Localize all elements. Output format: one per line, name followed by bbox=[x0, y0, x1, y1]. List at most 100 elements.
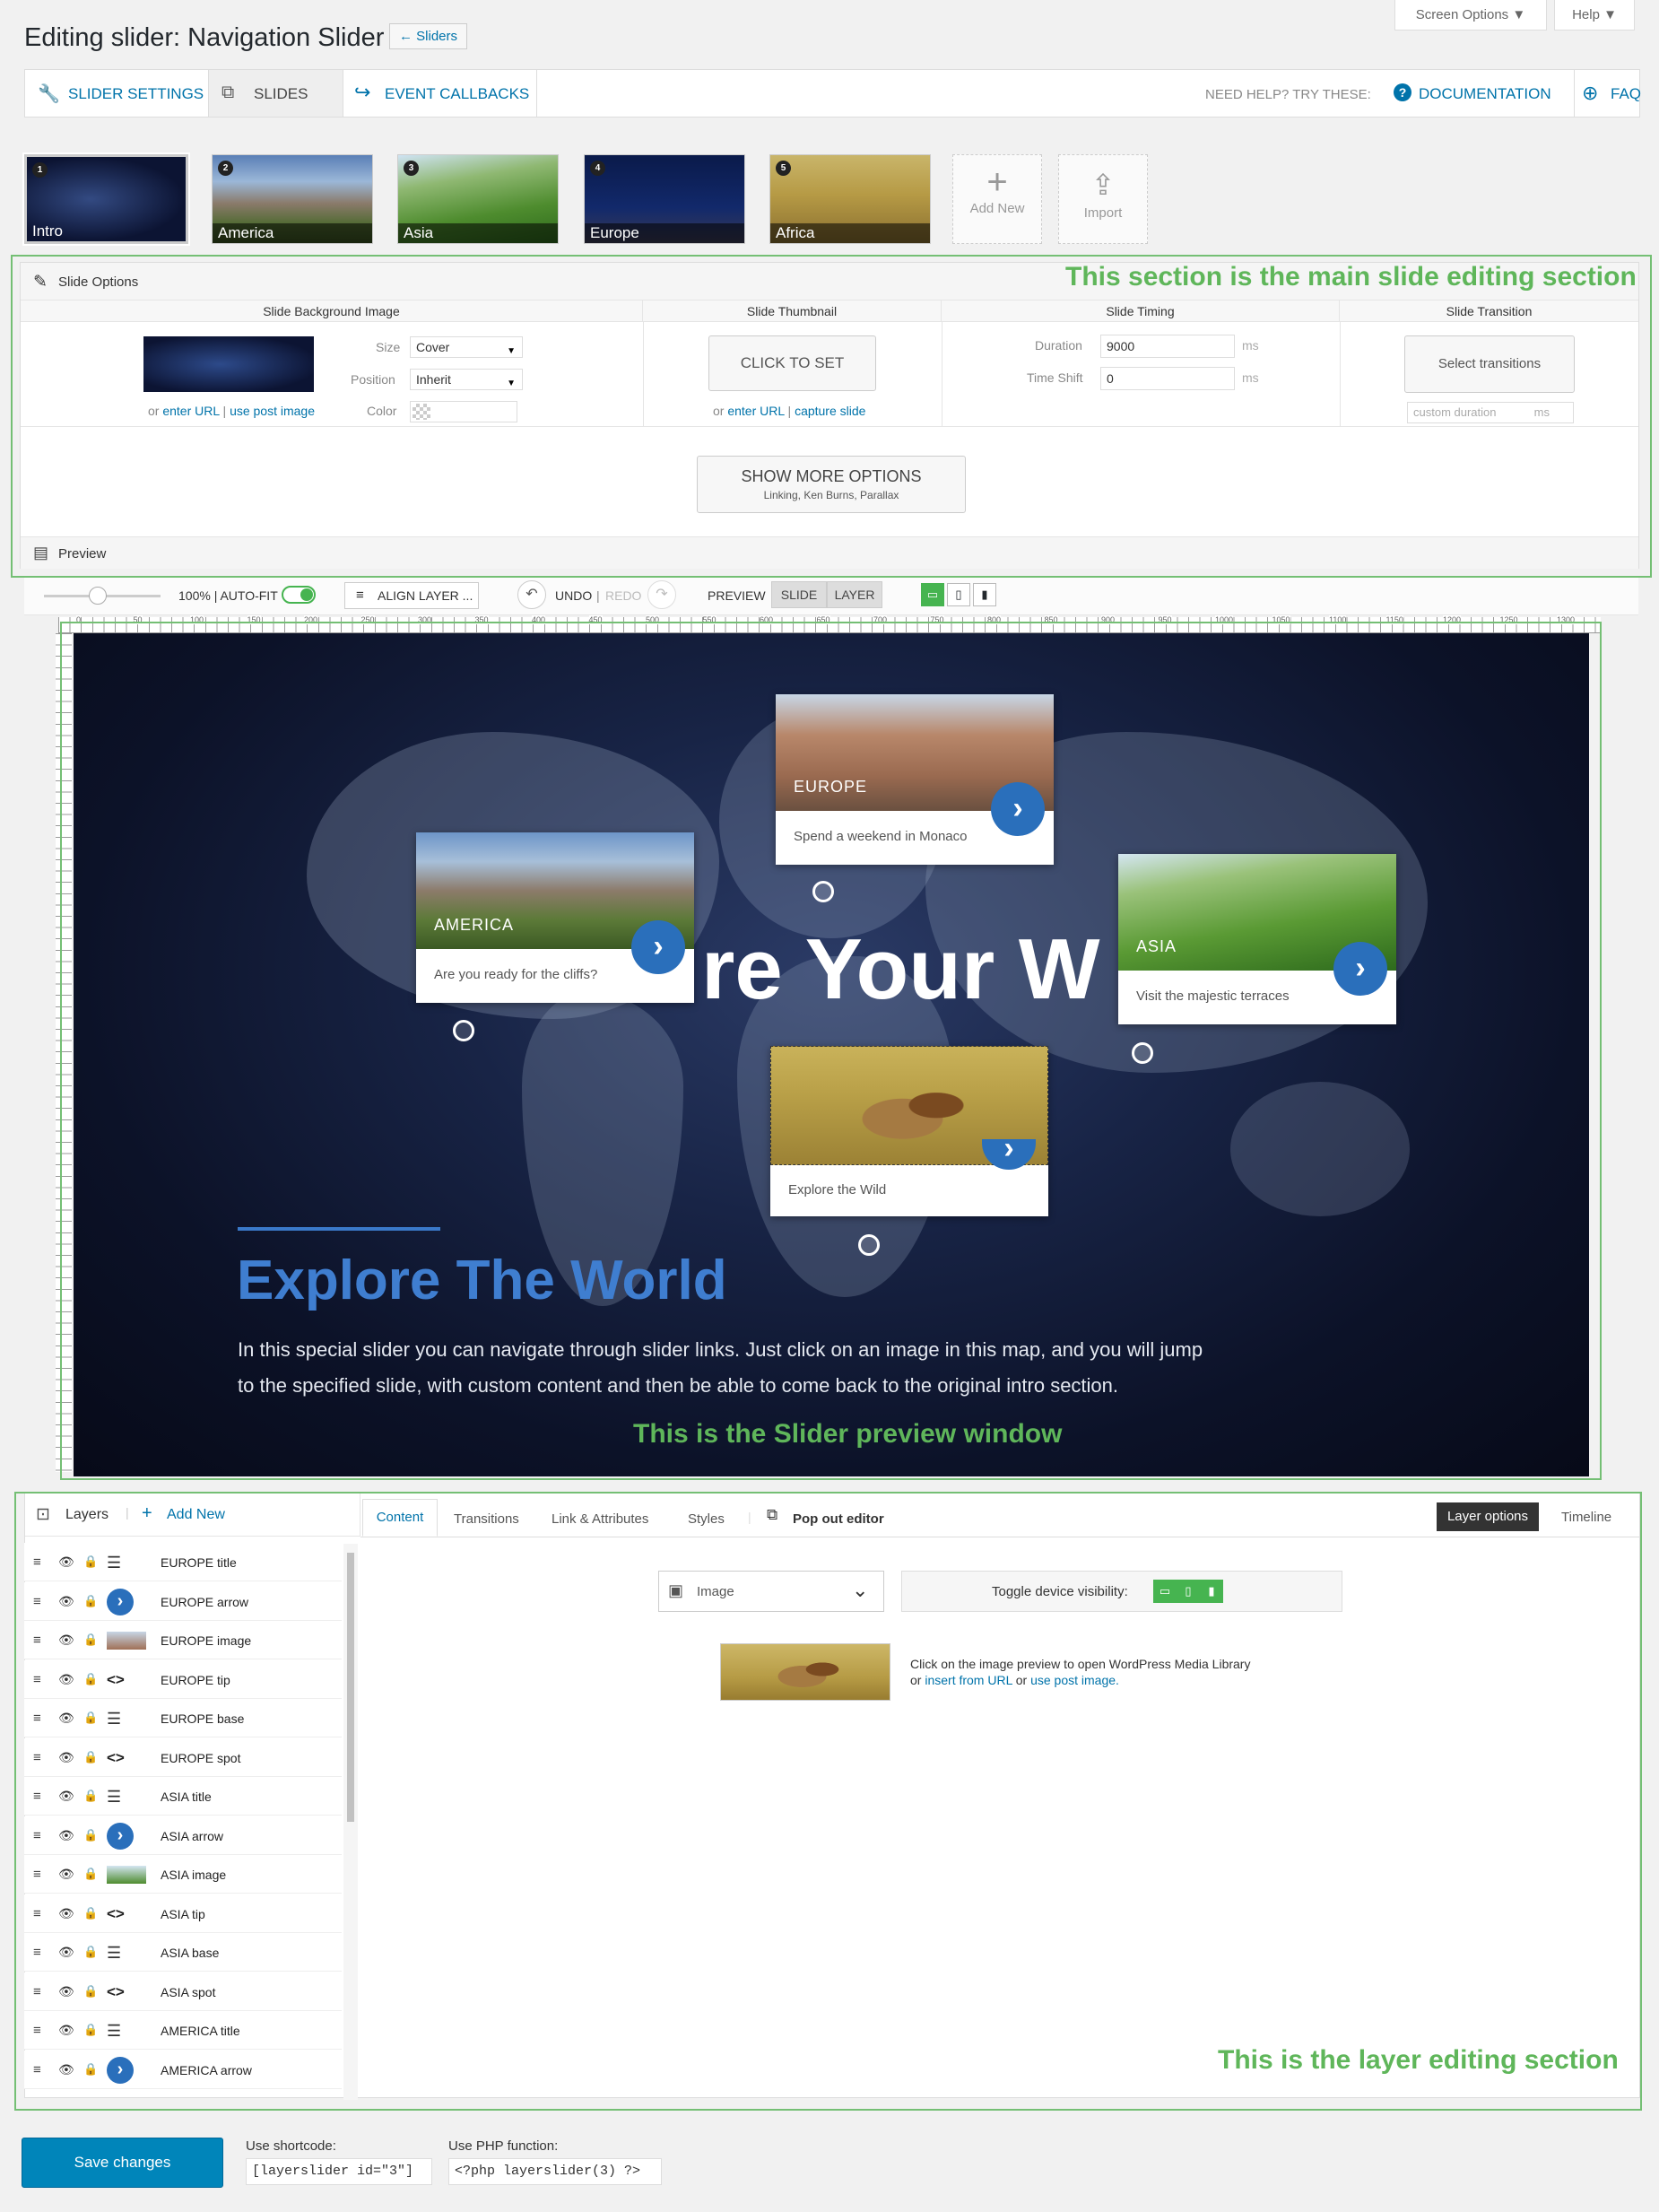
lock-icon[interactable]: 🔒 bbox=[83, 1867, 98, 1881]
drag-handle-icon[interactable]: ≡ bbox=[33, 1906, 41, 1921]
main-section-annotation: This section is the main slide editing s… bbox=[1065, 262, 1637, 292]
layer-row[interactable]: ≡ 👁 🔒 EUROPE image bbox=[24, 1621, 342, 1659]
eye-icon[interactable]: 👁 bbox=[58, 1554, 74, 1570]
image-layer-thumb bbox=[107, 1866, 146, 1884]
php-function-field[interactable]: <?php layerslider(3) ?> bbox=[448, 2158, 662, 2185]
preview-slide-button[interactable]: SLIDE bbox=[771, 581, 827, 608]
layers-section-annotation: This is the layer editing section bbox=[1218, 2045, 1619, 2075]
drag-handle-icon[interactable]: ≡ bbox=[33, 1789, 41, 1804]
undo-icon[interactable]: ↶ bbox=[517, 580, 546, 609]
preview-layer-button[interactable]: LAYER bbox=[827, 581, 882, 608]
code-layer-icon: <> bbox=[107, 1982, 125, 2000]
slide-thumb-intro[interactable]: 1 Intro bbox=[24, 154, 188, 244]
preview-section-annotation: This is the Slider preview window bbox=[633, 1419, 1063, 1449]
main-toolbar: 🔧 SLIDER SETTINGS ⧉ SLIDES ↪ EVENT CALLB… bbox=[24, 69, 1641, 118]
drag-handle-icon[interactable]: ≡ bbox=[33, 1672, 41, 1687]
eye-icon[interactable]: 👁 bbox=[58, 1828, 74, 1843]
drag-handle-icon[interactable]: ≡ bbox=[33, 2023, 41, 2038]
documentation-link[interactable]: ? DOCUMENTATION bbox=[1386, 70, 1575, 117]
back-to-sliders-button[interactable]: ← Sliders bbox=[389, 23, 468, 49]
eye-icon[interactable]: 👁 bbox=[58, 1984, 74, 1999]
save-changes-button[interactable]: Save changes bbox=[22, 2138, 223, 2188]
text-layer-icon: ☰ bbox=[107, 2022, 122, 2040]
layer-row[interactable]: ≡ 👁 🔒 ☰ ASIA base bbox=[24, 1933, 342, 1972]
layer-row[interactable]: ≡ 👁 🔒 <> EUROPE spot bbox=[24, 1737, 342, 1777]
zoom-slider[interactable] bbox=[44, 587, 161, 605]
layer-row[interactable]: ≡ 👁 🔒 ☰ EUROPE base bbox=[24, 1699, 342, 1737]
redo-icon[interactable]: ↷ bbox=[647, 580, 676, 609]
drag-handle-icon[interactable]: ≡ bbox=[33, 1554, 41, 1570]
drag-handle-icon[interactable]: ≡ bbox=[33, 1633, 41, 1648]
phone-view-icon[interactable]: ▮ bbox=[973, 583, 996, 606]
eye-icon[interactable]: 👁 bbox=[58, 1672, 74, 1687]
layer-row[interactable]: ≡ 👁 🔒 › EUROPE arrow bbox=[24, 1581, 342, 1621]
redo-button[interactable]: REDO bbox=[605, 588, 641, 603]
layer-row[interactable]: ≡ 👁 🔒 ☰ AMERICA title bbox=[24, 2011, 342, 2050]
lock-icon[interactable]: 🔒 bbox=[83, 1672, 98, 1686]
eye-icon[interactable]: 👁 bbox=[58, 1906, 74, 1921]
zoom-slider-handle[interactable] bbox=[89, 587, 107, 605]
lifebuoy-icon: ⊕ bbox=[1582, 82, 1599, 104]
lock-icon[interactable]: 🔒 bbox=[83, 1594, 98, 1608]
layer-name: ASIA arrow bbox=[161, 1828, 224, 1843]
desktop-view-icon[interactable]: ▭ bbox=[921, 583, 944, 606]
slide-thumb-america[interactable]: 2 America bbox=[212, 154, 373, 244]
slide-thumb-asia[interactable]: 3 Asia bbox=[397, 154, 559, 244]
layer-row[interactable]: ≡ 👁 🔒 ☰ EUROPE title bbox=[24, 1543, 342, 1581]
eye-icon[interactable]: 👁 bbox=[58, 1867, 74, 1882]
lock-icon[interactable]: 🔒 bbox=[83, 1945, 98, 1959]
lock-icon[interactable]: 🔒 bbox=[83, 1633, 98, 1647]
slide-thumb-africa[interactable]: 5 Africa bbox=[769, 154, 931, 244]
layer-row[interactable]: ≡ 👁 🔒 › ASIA arrow bbox=[24, 1816, 342, 1855]
eye-icon[interactable]: 👁 bbox=[58, 1594, 74, 1609]
help-button[interactable]: Help ▼ bbox=[1554, 0, 1635, 30]
layer-row[interactable]: ≡ 👁 🔒 <> EUROPE tip bbox=[24, 1659, 342, 1699]
tab-slider-settings[interactable]: 🔧 SLIDER SETTINGS bbox=[25, 70, 209, 117]
tab-event-callbacks[interactable]: ↪ EVENT CALLBACKS bbox=[343, 70, 537, 117]
lock-icon[interactable]: 🔒 bbox=[83, 1711, 98, 1725]
drag-handle-icon[interactable]: ≡ bbox=[33, 1984, 41, 1999]
lock-icon[interactable]: 🔒 bbox=[83, 1750, 98, 1764]
drag-handle-icon[interactable]: ≡ bbox=[33, 1867, 41, 1882]
layer-name: ASIA title bbox=[161, 1790, 212, 1804]
lock-icon[interactable]: 🔒 bbox=[83, 1906, 98, 1920]
eye-icon[interactable]: 👁 bbox=[58, 2023, 74, 2038]
eye-icon[interactable]: 👁 bbox=[58, 1633, 74, 1648]
layer-row[interactable]: ≡ 👁 🔒 ASIA image bbox=[24, 1855, 342, 1894]
drag-handle-icon[interactable]: ≡ bbox=[33, 1711, 41, 1726]
undo-button[interactable]: UNDO bbox=[555, 588, 592, 603]
text-layer-icon: ☰ bbox=[107, 1788, 122, 1806]
screen-options-button[interactable]: Screen Options ▼ bbox=[1394, 0, 1547, 30]
eye-icon[interactable]: 👁 bbox=[58, 1711, 74, 1726]
import-slide-button[interactable]: ⇪ Import bbox=[1058, 154, 1148, 244]
drag-handle-icon[interactable]: ≡ bbox=[33, 1750, 41, 1765]
layer-row[interactable]: ≡ 👁 🔒 <> ASIA tip bbox=[24, 1894, 342, 1933]
faq-link[interactable]: ⊕ FAQ bbox=[1575, 70, 1641, 117]
layer-name: ASIA spot bbox=[161, 1984, 216, 1999]
shortcode-field[interactable]: [layerslider id="3"] bbox=[246, 2158, 432, 2185]
lock-icon[interactable]: 🔒 bbox=[83, 1789, 98, 1803]
drag-handle-icon[interactable]: ≡ bbox=[33, 2062, 41, 2077]
lock-icon[interactable]: 🔒 bbox=[83, 2023, 98, 2037]
drag-handle-icon[interactable]: ≡ bbox=[33, 1594, 41, 1609]
eye-icon[interactable]: 👁 bbox=[58, 1750, 74, 1765]
drag-handle-icon[interactable]: ≡ bbox=[33, 1828, 41, 1843]
eye-icon[interactable]: 👁 bbox=[58, 2062, 74, 2077]
layer-row[interactable]: ≡ 👁 🔒 ☰ ASIA title bbox=[24, 1777, 342, 1816]
layer-row[interactable]: ≡ 👁 🔒 <> ASIA spot bbox=[24, 1972, 342, 2011]
align-layer-button[interactable]: ≡ ALIGN LAYER ... bbox=[344, 582, 479, 609]
lock-icon[interactable]: 🔒 bbox=[83, 1984, 98, 1999]
eye-icon[interactable]: 👁 bbox=[58, 1789, 74, 1804]
lock-icon[interactable]: 🔒 bbox=[83, 1828, 98, 1842]
auto-fit-toggle[interactable] bbox=[282, 586, 316, 604]
tablet-view-icon[interactable]: ▯ bbox=[947, 583, 970, 606]
tab-slides[interactable]: ⧉ SLIDES bbox=[209, 70, 343, 117]
eye-icon[interactable]: 👁 bbox=[58, 1945, 74, 1960]
lock-icon[interactable]: 🔒 bbox=[83, 2062, 98, 2077]
redo-arrow-icon: ↪ bbox=[354, 81, 371, 103]
lock-icon[interactable]: 🔒 bbox=[83, 1554, 98, 1569]
slide-thumb-europe[interactable]: 4 Europe bbox=[584, 154, 745, 244]
drag-handle-icon[interactable]: ≡ bbox=[33, 1945, 41, 1960]
add-new-slide-button[interactable]: + Add New bbox=[952, 154, 1042, 244]
layer-row[interactable]: ≡ 👁 🔒 › AMERICA arrow bbox=[24, 2050, 342, 2089]
